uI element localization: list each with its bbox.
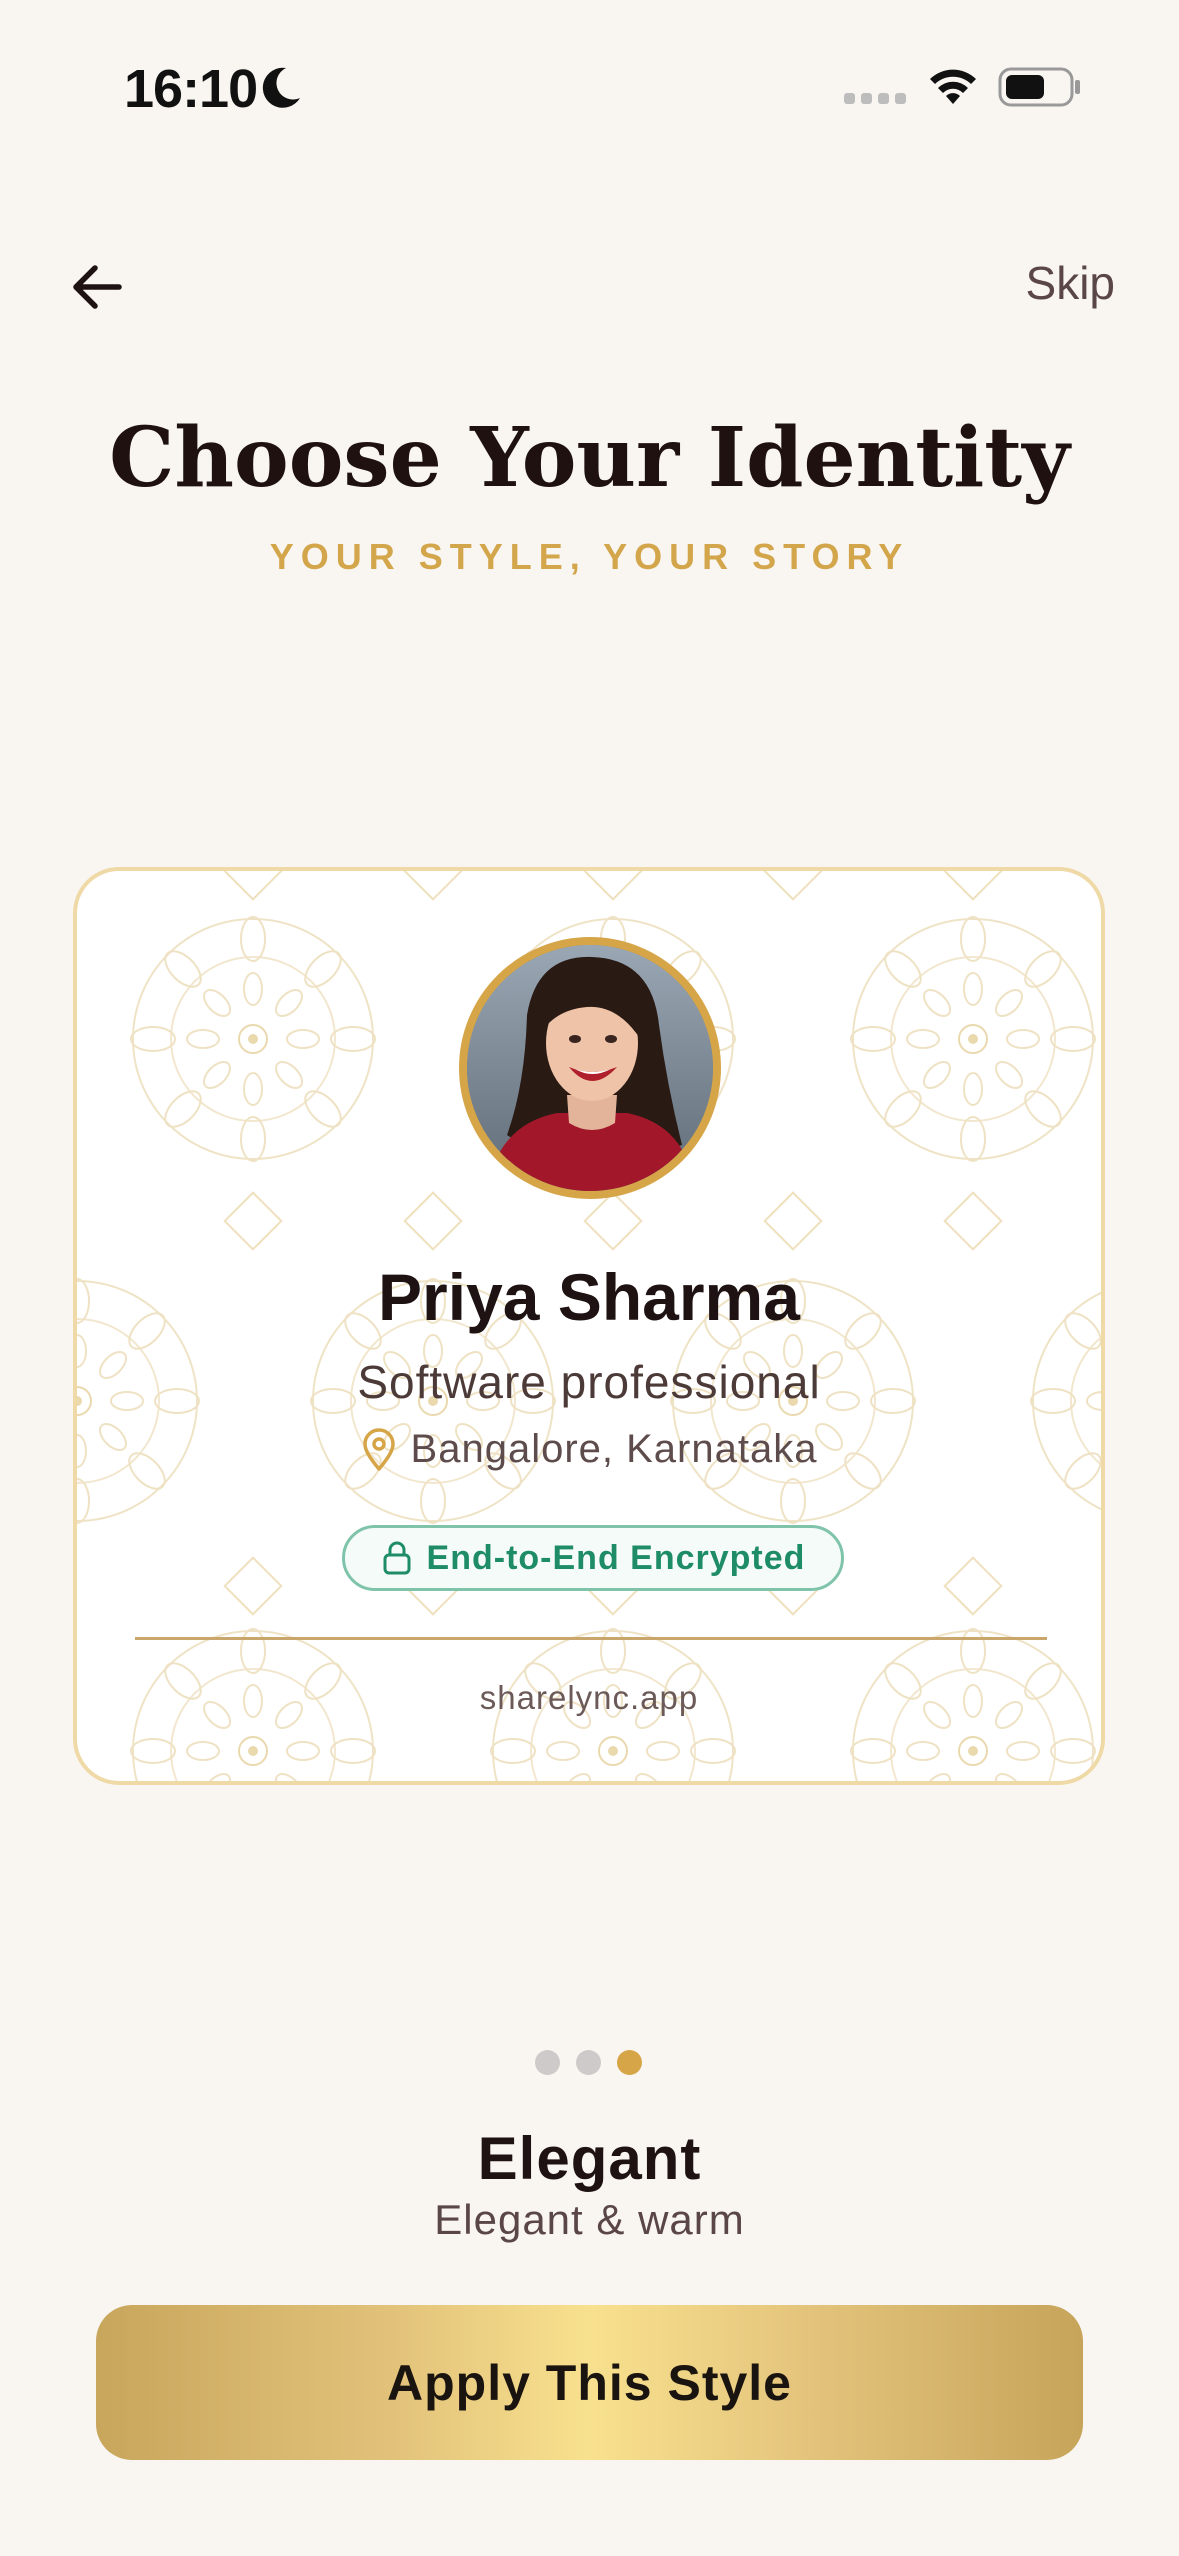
card-divider [135, 1637, 1047, 1640]
profile-photo [467, 945, 713, 1191]
card-name: Priya Sharma [378, 1260, 800, 1334]
skip-button[interactable]: Skip [1026, 256, 1115, 310]
pager-dot-3-active[interactable] [617, 2050, 642, 2075]
lock-icon [383, 1541, 411, 1575]
identity-card-preview[interactable]: Priya Sharma Software professional Banga… [73, 867, 1105, 1785]
card-location: Bangalore, Karnataka [77, 1427, 1101, 1472]
style-pager [535, 2050, 642, 2075]
moon-icon [262, 67, 300, 108]
card-location-text: Bangalore, Karnataka [410, 1427, 818, 1471]
back-button[interactable] [62, 252, 132, 322]
status-time: 16:10 [124, 59, 258, 119]
pager-dot-2[interactable] [576, 2050, 601, 2075]
card-role: Software professional [357, 1356, 821, 1408]
pager-dot-1[interactable] [535, 2050, 560, 2075]
battery-icon [998, 67, 1080, 107]
wifi-icon [930, 69, 976, 104]
page-title: Choose Your Identity [109, 410, 1070, 506]
cellular-signal-icon [844, 93, 906, 104]
page-subtitle: YOUR STYLE, YOUR STORY [269, 536, 910, 577]
encrypted-badge-label: End-to-End Encrypted [426, 1538, 806, 1577]
apply-style-button[interactable]: Apply This Style [96, 2305, 1083, 2460]
back-arrow-icon [73, 265, 122, 309]
avatar [459, 937, 721, 1199]
location-pin-icon [362, 1427, 395, 1471]
style-description: Elegant & warm [434, 2196, 745, 2243]
card-url: sharelync.app [479, 1679, 699, 1716]
encrypted-badge: End-to-End Encrypted [342, 1525, 844, 1591]
style-name: Elegant [477, 2125, 702, 2192]
